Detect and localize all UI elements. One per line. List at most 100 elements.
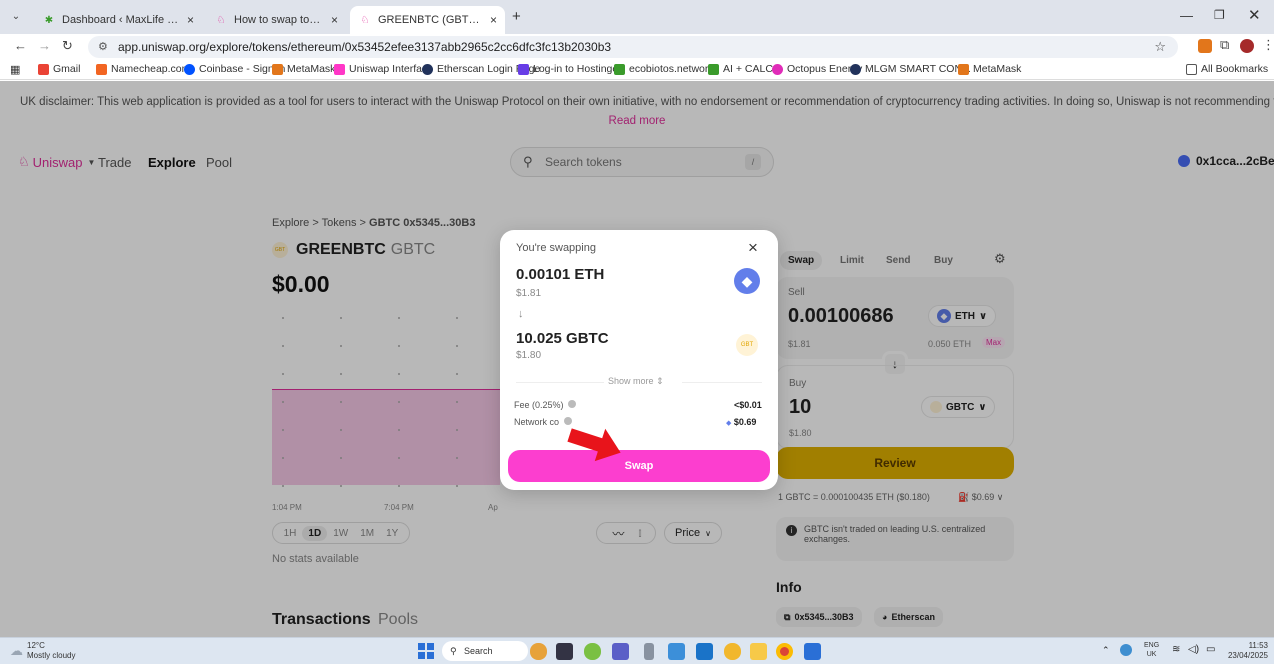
start-button[interactable] bbox=[418, 643, 434, 659]
uniswap-favicon-icon: ♘ bbox=[360, 14, 370, 26]
reload-icon[interactable]: ↻ bbox=[62, 38, 73, 54]
chrome-icon[interactable] bbox=[776, 643, 793, 660]
weather-desc: Mostly cloudy bbox=[27, 651, 76, 660]
hostinger-icon bbox=[518, 63, 529, 75]
network-cost-value: ◆ $0.69 bbox=[726, 417, 756, 427]
start-tile bbox=[418, 643, 425, 650]
profile-avatar[interactable] bbox=[1240, 39, 1254, 53]
tray-app-icon[interactable] bbox=[1120, 644, 1132, 656]
arrow-down-icon: ↓ bbox=[518, 308, 524, 320]
metamask-icon bbox=[272, 63, 283, 75]
clock-date: 23/04/2025 bbox=[1227, 651, 1268, 660]
wifi-icon[interactable]: ≋ bbox=[1172, 644, 1180, 655]
windows-taskbar: ☁ 12°C Mostly cloudy ⚲ Search ⌃ ENG UK ≋… bbox=[0, 637, 1274, 664]
bookmark-namecheap[interactable]: Namecheap.com bbox=[96, 63, 190, 75]
site-info-icon[interactable]: ⚙ bbox=[98, 36, 108, 58]
bookmark-label: Uniswap Interface bbox=[349, 63, 434, 75]
fee-label-text: Fee (0.25%) bbox=[514, 400, 564, 410]
outlook-icon[interactable] bbox=[696, 643, 713, 660]
network-cost-text: Network co bbox=[514, 417, 560, 427]
modal-title: You're swapping bbox=[516, 242, 596, 254]
uniswap-icon bbox=[334, 63, 345, 75]
bookmark-mlgm[interactable]: MLGM SMART CON... bbox=[850, 63, 971, 75]
bookmark-ai-calcs[interactable]: AI + CALCS bbox=[708, 63, 780, 75]
taskbar-search[interactable]: ⚲ Search bbox=[442, 641, 528, 661]
to-amount: 10.025 GBTC bbox=[516, 330, 609, 347]
teams-icon[interactable] bbox=[612, 643, 629, 660]
browser-tab-greenbtc[interactable]: ♘ GREENBTC (GBTC): Buy and sell × bbox=[350, 6, 505, 34]
swap-confirm-button[interactable]: Swap bbox=[508, 450, 770, 482]
pinned-app-icon[interactable] bbox=[724, 643, 741, 660]
start-tile bbox=[427, 652, 434, 659]
cloud-icon: ☁ bbox=[10, 643, 23, 658]
browser-menu-icon[interactable]: ⋮ bbox=[1262, 37, 1274, 53]
bookmark-hostinger[interactable]: Log-in to Hostinger bbox=[518, 63, 622, 75]
tab-close-icon[interactable]: × bbox=[187, 13, 194, 27]
from-amount: 0.00101 ETH bbox=[516, 266, 605, 283]
battery-icon[interactable]: ▭ bbox=[1206, 644, 1215, 655]
task-view-icon[interactable] bbox=[556, 643, 573, 660]
swap-review-modal: You're swapping × 0.00101 ETH $1.81 ◆ ↓ … bbox=[500, 230, 778, 490]
minimize-icon[interactable]: — bbox=[1180, 8, 1193, 23]
pinned-app-icon[interactable] bbox=[804, 643, 821, 660]
mlgm-icon bbox=[850, 63, 861, 75]
bookmark-metamask[interactable]: MetaMask bbox=[272, 63, 335, 75]
divider bbox=[682, 382, 762, 383]
bookmark-uniswap[interactable]: Uniswap Interface bbox=[334, 63, 433, 75]
weather-temp: 12°C bbox=[27, 641, 45, 650]
file-explorer-icon[interactable] bbox=[750, 643, 767, 660]
bookmark-coinbase[interactable]: Coinbase - Sign In bbox=[184, 63, 285, 75]
uniswap-favicon-icon: ♘ bbox=[216, 14, 226, 26]
eth-icon: ◆ bbox=[734, 268, 760, 294]
bookmark-ecobiotos[interactable]: ecobiotos.network bbox=[614, 63, 714, 75]
bookmark-octopus[interactable]: Octopus Energy bbox=[772, 63, 862, 75]
show-more-label: Show more bbox=[608, 376, 654, 386]
start-tile bbox=[427, 643, 434, 650]
pinned-app-icon[interactable] bbox=[668, 643, 685, 660]
tab-close-icon[interactable]: × bbox=[331, 13, 338, 27]
all-bookmarks[interactable]: All Bookmarks bbox=[1186, 63, 1268, 75]
octopus-icon bbox=[772, 63, 783, 75]
fee-value: <$0.01 bbox=[734, 400, 762, 410]
language-indicator[interactable]: ENG UK bbox=[1144, 641, 1159, 659]
apps-icon[interactable]: ▦ bbox=[10, 63, 20, 76]
volume-icon[interactable]: ◁) bbox=[1188, 644, 1199, 655]
clock[interactable]: 11:53 23/04/2025 bbox=[1222, 641, 1268, 661]
coinbase-icon bbox=[184, 63, 195, 75]
bookmark-star-icon[interactable]: ☆ bbox=[1154, 36, 1166, 58]
weather-widget[interactable]: ☁ 12°C Mostly cloudy bbox=[10, 641, 75, 661]
weather-text: 12°C Mostly cloudy bbox=[27, 641, 75, 661]
pinned-app-icon[interactable] bbox=[584, 643, 601, 660]
modal-close-icon[interactable]: × bbox=[748, 238, 758, 258]
browser-toolbar: ← → ↻ ⚙ app.uniswap.org/explore/tokens/e… bbox=[0, 34, 1274, 60]
browser-tab-how-to-swap[interactable]: ♘ How to swap tokens with the U × bbox=[206, 6, 346, 34]
pinned-app-icon[interactable] bbox=[530, 643, 547, 660]
metamask-extension-icon[interactable] bbox=[1198, 39, 1212, 53]
close-window-icon[interactable]: ✕ bbox=[1248, 6, 1261, 24]
lang-top: ENG bbox=[1144, 642, 1160, 649]
pinned-app-icon[interactable] bbox=[644, 643, 654, 660]
lang-bottom: UK bbox=[1146, 651, 1157, 658]
bookmark-gmail[interactable]: Gmail bbox=[38, 63, 80, 75]
fee-label: Fee (0.25%) bbox=[514, 400, 577, 410]
gmail-icon bbox=[38, 63, 49, 75]
bookmark-metamask-2[interactable]: MetaMask bbox=[958, 63, 1021, 75]
to-usd: $1.80 bbox=[516, 350, 542, 361]
bookmark-label: MetaMask bbox=[973, 63, 1022, 75]
forward-icon[interactable]: → bbox=[38, 38, 51, 53]
ecobiotos-icon bbox=[614, 63, 625, 75]
address-bar[interactable]: ⚙ app.uniswap.org/explore/tokens/ethereu… bbox=[88, 36, 1178, 58]
tab-title: GREENBTC (GBTC): Buy and sell bbox=[378, 14, 484, 26]
tab-search-icon[interactable]: ⌄ bbox=[8, 9, 24, 25]
info-circle-icon[interactable] bbox=[568, 400, 577, 408]
browser-tab-dashboard[interactable]: ✱ Dashboard ‹ MaxLife Global Ma × bbox=[34, 6, 202, 34]
tray-chevron-icon[interactable]: ⌃ bbox=[1102, 645, 1110, 656]
back-icon[interactable]: ← bbox=[14, 38, 27, 53]
restore-icon[interactable]: ❐ bbox=[1214, 8, 1225, 22]
show-more-toggle[interactable]: Show more ⇕ bbox=[608, 376, 664, 387]
bookmark-label: MLGM SMART CON... bbox=[865, 63, 971, 75]
extensions-icon[interactable]: ⧉ bbox=[1220, 37, 1229, 53]
bookmark-label: MetaMask bbox=[287, 63, 336, 75]
new-tab-button[interactable]: + bbox=[512, 8, 521, 25]
tab-close-icon[interactable]: × bbox=[490, 13, 497, 27]
